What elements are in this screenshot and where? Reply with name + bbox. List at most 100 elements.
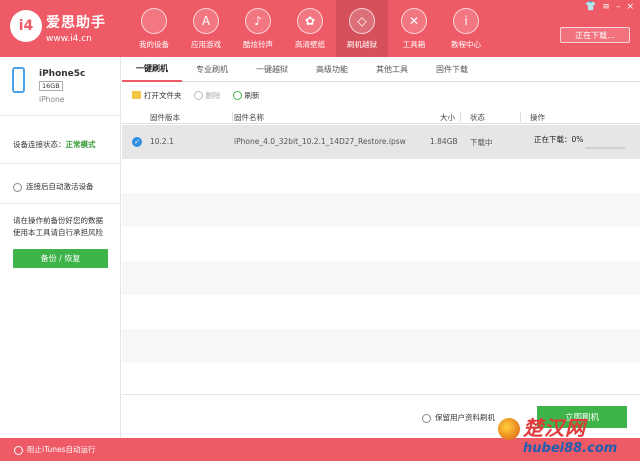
app-name: 爱思助手: [46, 15, 106, 31]
watermark-url: hubei88.com: [523, 441, 618, 456]
info-icon: i: [453, 8, 479, 34]
downloading-button[interactable]: 正在下载...: [560, 27, 630, 43]
nav-item-apps[interactable]: A 应用游戏: [180, 0, 232, 57]
refresh-label: 刷新: [244, 90, 260, 100]
auto-activate-option[interactable]: 连接后自动激活设备: [13, 181, 94, 192]
tab-firmware-download[interactable]: 固件下载: [422, 57, 482, 82]
empty-row: [122, 193, 640, 227]
nav-item-tutorials[interactable]: i 教程中心: [440, 0, 492, 57]
keep-data-option[interactable]: 保留用户资料刷机: [422, 412, 495, 423]
tab-pro-flash[interactable]: 专业刷机: [182, 57, 242, 82]
firmware-list: ✓ 10.2.1 iPhone_4.0_32bit_10.2.1_14D27_R…: [122, 125, 640, 395]
bell-icon: ♪: [245, 8, 271, 34]
column-separator: [460, 112, 461, 122]
divider: [0, 203, 121, 204]
empty-row: [122, 227, 640, 261]
table-row[interactable]: ✓ 10.2.1 iPhone_4.0_32bit_10.2.1_14D27_R…: [122, 125, 640, 159]
tools-icon: ✕: [401, 8, 427, 34]
nav-item-flash-jailbreak[interactable]: ◇ 刷机越狱: [336, 0, 388, 57]
backup-restore-button[interactable]: 备份 / 恢复: [13, 249, 108, 268]
header-name[interactable]: 固件名称: [234, 112, 264, 123]
nav-item-my-device[interactable]: 我的设备: [128, 0, 180, 57]
cell-size: 1.84GB: [430, 137, 458, 146]
app-url: www.i4.cn: [46, 34, 92, 44]
cell-action: 正在下载：0%: [534, 135, 584, 144]
tab-other-tools[interactable]: 其他工具: [362, 57, 422, 82]
nav-label: 应用游戏: [191, 40, 221, 49]
flower-icon: ✿: [297, 8, 323, 34]
tab-advanced[interactable]: 高级功能: [302, 57, 362, 82]
auto-activate-label: 连接后自动激活设备: [26, 182, 94, 191]
radio-button[interactable]: [422, 413, 431, 423]
device-name: iPhone5c: [39, 69, 86, 79]
delete-button[interactable]: 删除: [193, 90, 221, 101]
folder-icon: [132, 91, 141, 99]
header-state[interactable]: 状态: [470, 112, 485, 123]
app-store-icon: A: [193, 8, 219, 34]
header-version[interactable]: 固件版本: [150, 112, 180, 123]
minimize-icon[interactable]: –: [616, 2, 621, 12]
refresh-icon: [232, 90, 242, 100]
refresh-button[interactable]: 刷新: [232, 90, 260, 101]
toolbar: 打开文件夹 删除 刷新: [132, 88, 260, 102]
tab-bar: 一键刷机 专业刷机 一键越狱 高级功能 其他工具 固件下载: [122, 57, 640, 82]
nav-label: 刷机越狱: [347, 40, 377, 49]
dropbox-icon: ◇: [349, 8, 375, 34]
status-label: 设备连接状态：: [13, 140, 66, 149]
window-controls: 👕 ≡ – ×: [585, 2, 634, 12]
block-itunes-label: 阻止iTunes自动运行: [27, 445, 96, 454]
cell-name: iPhone_4.0_32bit_10.2.1_14D27_Restore.ip…: [234, 137, 406, 146]
nav-item-wallpapers[interactable]: ✿ 高清壁纸: [284, 0, 336, 57]
cell-state: 下载中: [470, 138, 493, 147]
empty-row: [122, 159, 640, 193]
warning-line: 请在操作前备份好您的数据: [13, 216, 103, 225]
nav-label: 高清壁纸: [295, 40, 325, 49]
apple-icon: [141, 8, 167, 34]
open-folder-button[interactable]: 打开文件夹: [132, 90, 182, 101]
warning-line: 使用本工具请自行承担风险: [13, 228, 103, 237]
empty-row: [122, 295, 640, 329]
delete-icon: [193, 90, 203, 100]
divider: [0, 115, 121, 116]
device-type: iPhone: [39, 95, 65, 104]
skin-icon[interactable]: 👕: [585, 2, 596, 12]
brand: 爱思助手 www.i4.cn: [46, 12, 106, 44]
watermark: 楚汉网 hubei88.com: [490, 410, 640, 461]
check-icon[interactable]: ✓: [132, 137, 142, 147]
radio-button[interactable]: [13, 182, 22, 192]
status-value: 正常模式: [65, 140, 96, 149]
app-logo: i4: [10, 10, 42, 42]
delete-label: 删除: [205, 90, 221, 100]
device-panel: iPhone5c 16GB iPhone 设备连接状态：正常模式 连接后自动激活…: [0, 57, 121, 438]
nav-label: 教程中心: [451, 40, 481, 49]
open-folder-label: 打开文件夹: [144, 90, 182, 100]
tab-one-click-jailbreak[interactable]: 一键越狱: [242, 57, 302, 82]
empty-row: [122, 363, 640, 395]
tab-one-click-flash[interactable]: 一键刷机: [122, 57, 182, 82]
column-separator: [520, 112, 521, 122]
radio-button[interactable]: [14, 445, 23, 455]
phone-icon: [12, 67, 25, 93]
header-action[interactable]: 操作: [530, 112, 545, 123]
block-itunes-option[interactable]: 阻止iTunes自动运行: [14, 444, 96, 455]
nav-label: 工具箱: [402, 40, 426, 49]
nav-item-toolbox[interactable]: ✕ 工具箱: [388, 0, 440, 57]
download-progress-bar: [585, 147, 625, 149]
empty-row: [122, 261, 640, 295]
keep-data-label: 保留用户资料刷机: [435, 413, 495, 422]
nav-label: 酷炫铃声: [243, 40, 273, 49]
connection-status: 设备连接状态：正常模式: [13, 139, 96, 150]
risk-warning: 请在操作前备份好您的数据 使用本工具请自行承担风险: [13, 215, 113, 239]
flash-panel: 一键刷机 专业刷机 一键越狱 高级功能 其他工具 固件下载 打开文件夹 删除 刷…: [122, 57, 640, 438]
nav-item-ringtones[interactable]: ♪ 酷炫铃声: [232, 0, 284, 57]
watermark-title: 楚汉网: [523, 416, 586, 440]
table-header: 固件版本 固件名称 大小 状态 操作: [122, 110, 640, 124]
empty-row: [122, 329, 640, 363]
header-size[interactable]: 大小: [440, 112, 455, 123]
column-separator: [232, 112, 233, 122]
watermark-logo-icon: [498, 418, 520, 440]
close-icon[interactable]: ×: [626, 2, 634, 12]
title-bar: i4 爱思助手 www.i4.cn 我的设备 A 应用游戏 ♪ 酷炫铃声 ✿ 高…: [0, 0, 640, 57]
divider: [0, 163, 121, 164]
menu-icon[interactable]: ≡: [602, 2, 610, 12]
